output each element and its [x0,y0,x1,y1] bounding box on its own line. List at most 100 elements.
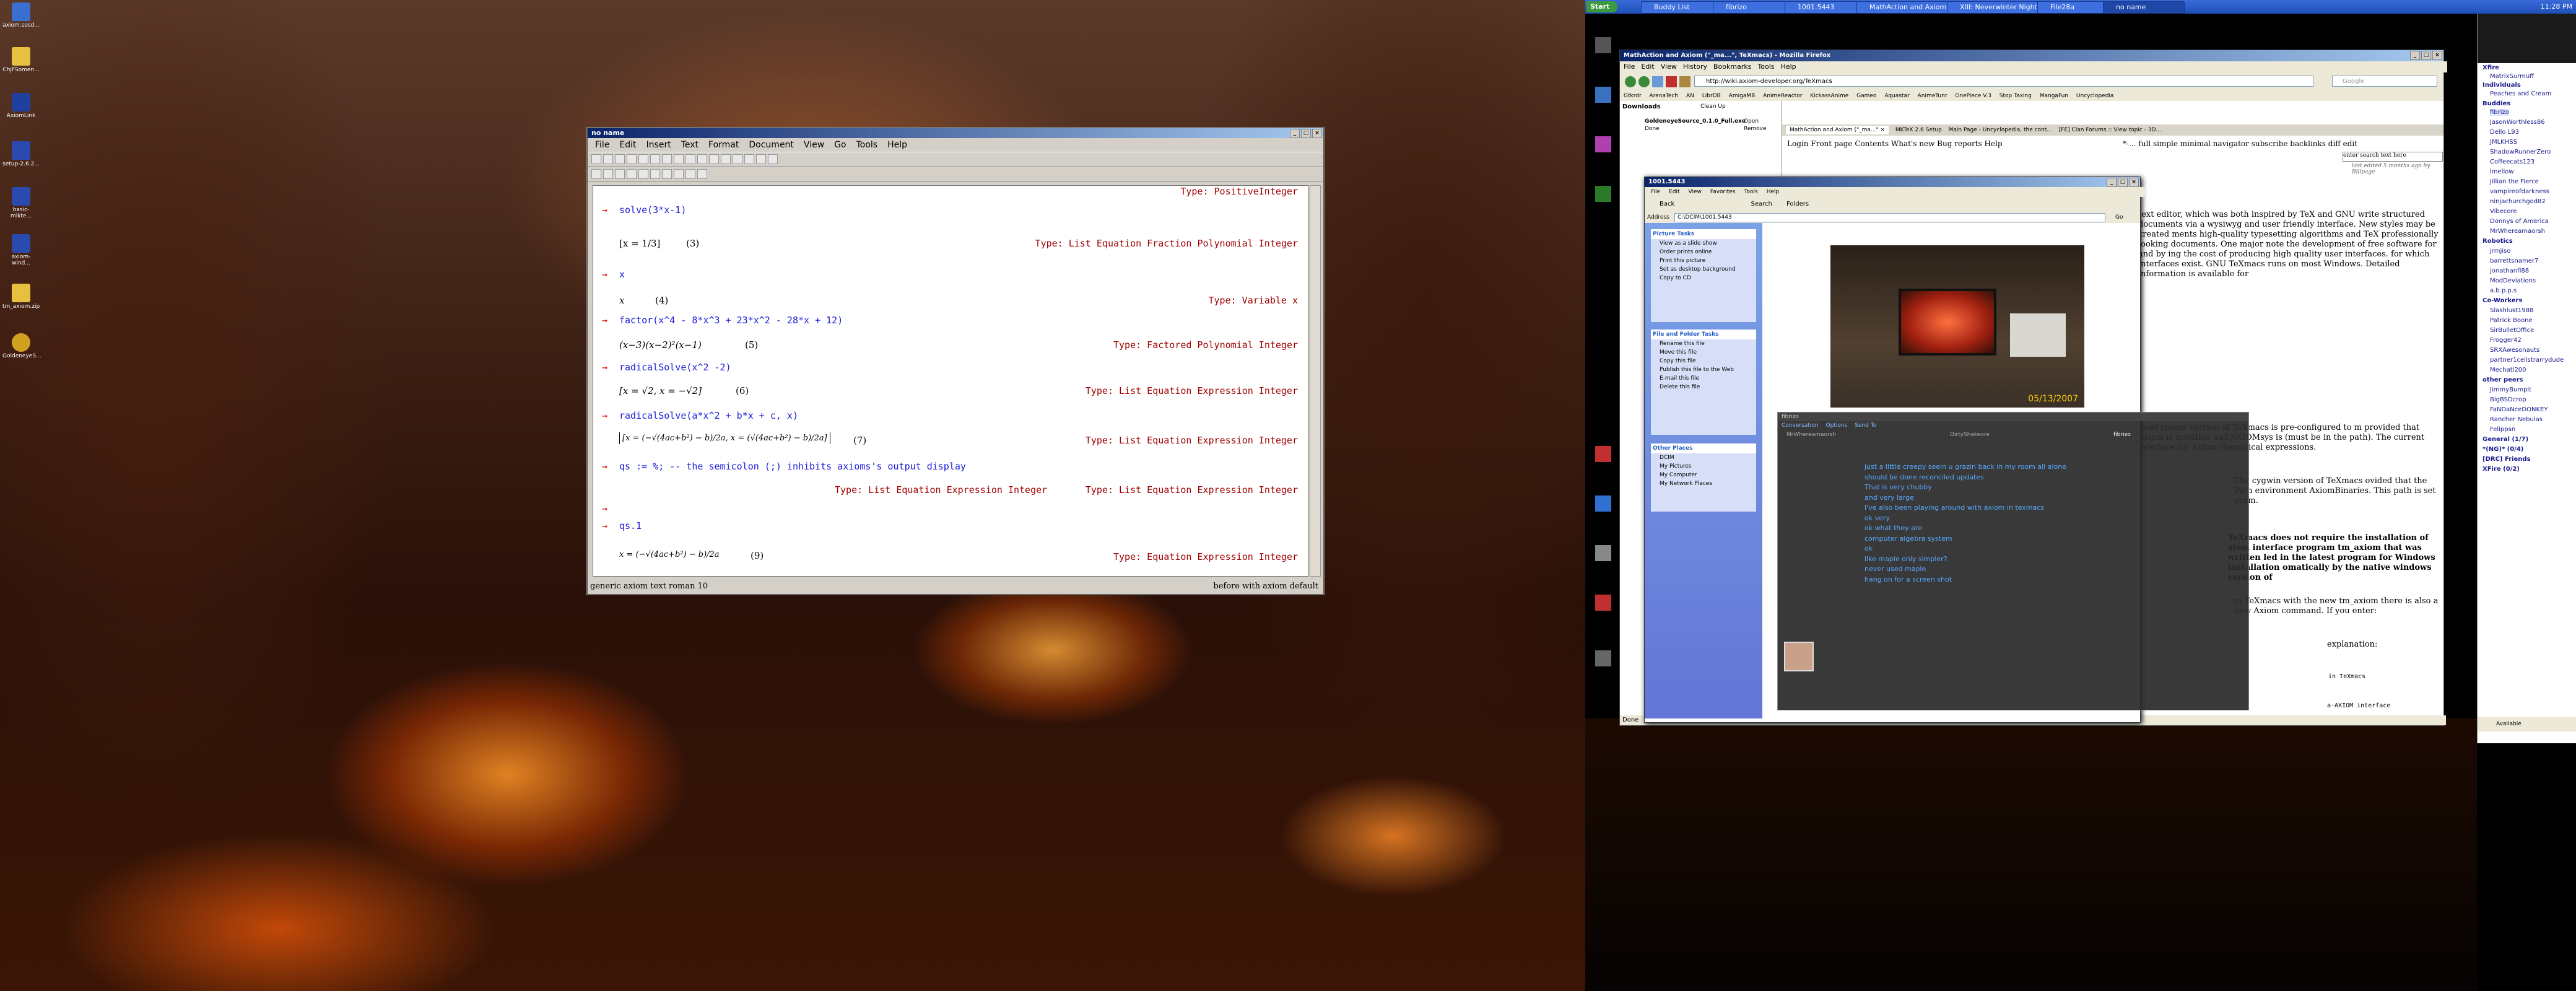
clean-up-button[interactable]: Clean Up [1700,103,1726,110]
menu-file[interactable]: File [590,138,614,152]
address-input[interactable]: C:\DCIM\1001.5443 [1674,213,2105,222]
bookmark[interactable]: KickassAnime [1810,93,1848,99]
home-icon[interactable] [1679,76,1690,87]
align-right-icon[interactable] [627,169,637,179]
cut-icon[interactable] [638,154,648,164]
session-document[interactable]: Type: PositiveInteger → solve(3*x-1) [x … [593,185,1308,577]
underline-icon[interactable] [685,169,695,179]
desktop-icon[interactable] [1595,87,1611,103]
buddy-item[interactable]: MatrixSurmuff [2490,73,2534,80]
download-open-link[interactable]: Open [1744,118,1759,124]
desktop-icon[interactable]: axiom-wind... [2,234,40,266]
bookmark[interactable]: AnimeReactor [1763,93,1802,99]
buddy-item[interactable]: Felippsn [2490,426,2515,433]
menu-edit[interactable]: Edit [1641,61,1654,72]
font-icon[interactable] [697,169,707,179]
task-button[interactable]: Buddy List [1641,1,1723,14]
buddy-item[interactable]: Donnys of America [2490,218,2549,225]
task-button[interactable]: File28a [2037,1,2113,14]
menu-history[interactable]: History [1683,61,1707,72]
wiki-search-input[interactable]: enter search text here [2343,152,2443,162]
clock[interactable]: 11:28 PM [2541,2,2572,11]
vertical-scrollbar[interactable] [1310,185,1321,577]
menu-edit[interactable]: Edit [1669,187,1679,197]
buddy-item[interactable]: MrWhereamaorsh [2490,228,2545,235]
italic-icon[interactable] [674,169,684,179]
menu-options[interactable]: Options [1826,421,1848,430]
close-icon[interactable]: × [2129,178,2139,187]
input-command[interactable]: x [619,269,625,280]
buddy-item[interactable]: SRXAwesonauts [2490,347,2539,354]
buddy-item[interactable]: JMLKHSS [2490,139,2517,146]
group-header[interactable]: Xfire [2482,64,2499,71]
input-command[interactable]: qs := %; -- the semicolon (;) inhibits a… [619,461,966,472]
stop-icon[interactable] [1666,76,1677,87]
task-link[interactable]: Print this picture [1651,256,1756,265]
menu-help[interactable]: Help [1767,187,1780,197]
menu-favorites[interactable]: Favorites [1710,187,1736,197]
photo-preview[interactable]: 05/13/2007 [1830,245,2084,408]
reload-icon[interactable] [1652,76,1663,87]
buddy-item[interactable]: Coffeecats123 [2490,159,2535,165]
desktop-icon[interactable] [1595,496,1611,512]
input-command[interactable]: radicalSolve(x^2 -2) [619,362,731,373]
buddy-item[interactable]: JimmyBumpit [2490,386,2531,393]
input-command[interactable]: radicalSolve(a*x^2 + b*x + c, x) [619,410,798,421]
task-link[interactable]: Copy this file [1651,357,1756,365]
task-link[interactable]: Publish this file to the Web [1651,365,1756,374]
search-input[interactable]: Google [2332,76,2437,87]
desktop-icon[interactable] [1595,650,1611,666]
buddy-item-selected[interactable]: fibrizo [2490,109,2509,116]
menu-help[interactable]: Help [882,138,912,152]
desktop-icon[interactable] [1595,136,1611,152]
window-titlebar[interactable]: no name _ □ × [588,128,1323,138]
buddy-item[interactable]: JasonWorthless86 [2490,119,2545,126]
buddy-item[interactable]: lmellow [2490,168,2514,175]
task-link[interactable]: E-mail this file [1651,374,1756,383]
maximize-icon[interactable]: □ [1301,129,1311,138]
wiki-actions[interactable]: *-... full simple minimal navigator subs… [2123,139,2357,148]
bookmark[interactable]: MangaFun [2040,93,2068,99]
bold-icon[interactable] [662,169,672,179]
align-center-icon[interactable] [615,169,625,179]
buddy-item[interactable]: Patrick Boone [2490,317,2533,324]
task-button[interactable]: MathAction and Axiom (... [1856,1,1957,14]
input-command[interactable]: factor(x^4 - 8*x^3 + 23*x^2 - 28*x + 12) [619,315,843,326]
menu-go[interactable]: Go [829,138,851,152]
bookmark[interactable]: ArenaTech [1650,93,1679,99]
task-link[interactable]: Copy to CD [1651,274,1756,282]
chat-tab[interactable]: DirtyShakeore [1941,430,2105,440]
table-icon[interactable] [709,154,719,164]
window-titlebar[interactable]: MathAction and Axiom ("_ma...", TeXmacs)… [1620,50,2443,61]
menu-tools[interactable]: Tools [1744,187,1758,197]
menu-tools[interactable]: Tools [851,138,883,152]
group-header[interactable]: *(NG)* (0/4) [2482,446,2523,453]
place-link[interactable]: My Pictures [1651,462,1756,471]
desktop-icon[interactable]: setup-2.6.2... [2,141,40,167]
session-icon[interactable] [744,154,754,164]
back-button[interactable]: Back [1660,201,1674,207]
task-link[interactable]: Order prints online [1651,248,1756,256]
task-button-active[interactable]: no name [2103,1,2185,14]
menu-help[interactable]: Help [1781,61,1796,72]
desktop-icon[interactable] [1595,545,1611,561]
group-header[interactable]: General (1/7) [2482,436,2528,443]
bookmark[interactable]: LibrDB [1702,93,1721,99]
group-header[interactable]: Buddies [2482,100,2510,107]
status-selector[interactable]: Available [2478,717,2576,731]
menu-tools[interactable]: Tools [1757,61,1774,72]
undo-icon[interactable] [674,154,684,164]
buddy-item[interactable]: SirBulletOffice [2490,327,2534,334]
menu-view[interactable]: View [1689,187,1702,197]
tab[interactable]: [FE] Clan Forums :: View topic - 3D... [2059,127,2161,133]
list-icon[interactable] [650,169,660,179]
menu-format[interactable]: Format [703,138,744,152]
task-button[interactable]: fibrizo [1713,1,1795,14]
window-titlebar[interactable]: fibrizo [1778,413,2248,421]
print-icon[interactable] [627,154,637,164]
task-button[interactable]: 1001.5443 [1785,1,1866,14]
math-icon[interactable] [697,154,707,164]
bookmark[interactable]: Uncyclopedia [2076,93,2114,99]
menu-send-to[interactable]: Send To [1855,421,1876,430]
group-header[interactable]: Co-Workers [2482,297,2522,304]
